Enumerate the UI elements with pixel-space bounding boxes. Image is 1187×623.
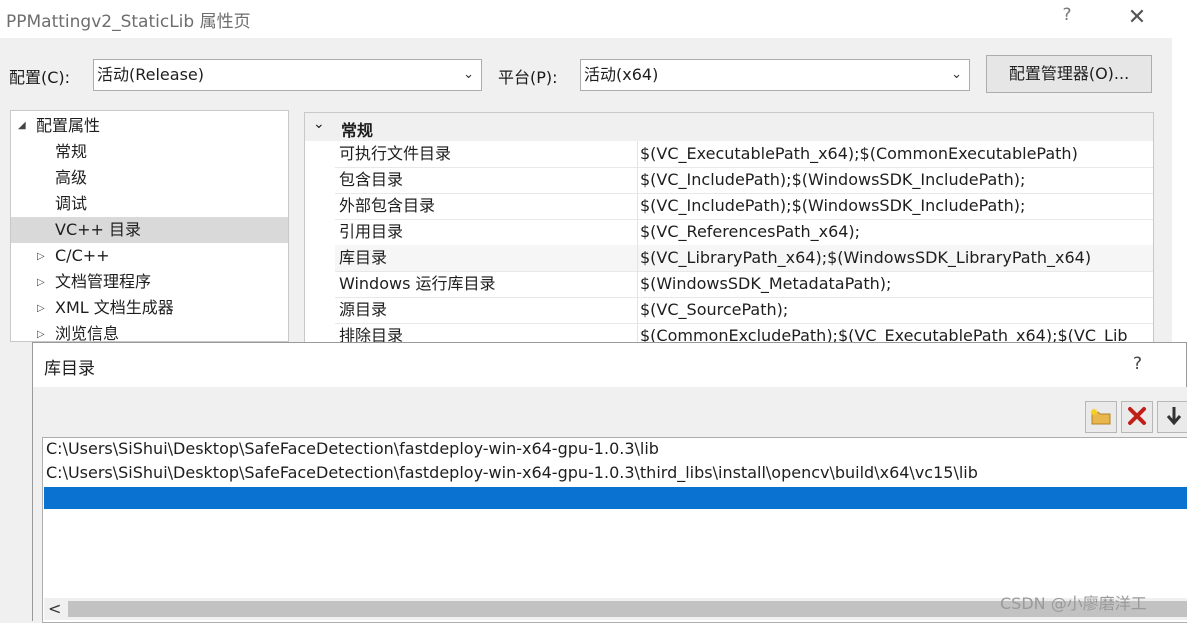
property-value[interactable]: $(VC_IncludePath);$(WindowsSDK_IncludePa… bbox=[637, 193, 1025, 219]
property-name: 源目录 bbox=[339, 300, 388, 319]
tree-item-doc-manager[interactable]: ▷ 文档管理程序 bbox=[11, 269, 288, 295]
grid-row-source-dirs[interactable]: 源目录 $(VC_SourcePath); bbox=[335, 297, 1153, 324]
platform-select[interactable]: 活动(x64) ⌄ bbox=[580, 59, 970, 91]
tree-item-label: C/C++ bbox=[55, 246, 110, 265]
platform-select-value: 活动(x64) bbox=[584, 65, 659, 84]
expand-toggle-icon[interactable]: ◢ bbox=[18, 113, 26, 139]
property-value[interactable]: $(VC_SourcePath); bbox=[637, 297, 788, 323]
property-name: Windows 运行库目录 bbox=[339, 274, 496, 293]
property-name: 引用目录 bbox=[339, 222, 404, 241]
selected-empty-row[interactable] bbox=[44, 487, 1187, 509]
expand-toggle-icon[interactable]: ▷ bbox=[37, 296, 45, 322]
tree-item-browse-info[interactable]: ▷ 浏览信息 bbox=[11, 321, 288, 342]
arrow-down-icon bbox=[1166, 407, 1181, 426]
property-value[interactable]: $(CommonExcludePath);$(VC_ExecutablePath… bbox=[637, 323, 1128, 343]
new-line-button[interactable] bbox=[1085, 401, 1117, 433]
close-icon[interactable]: ✕ bbox=[1124, 5, 1150, 31]
chevron-down-icon: ⌄ bbox=[463, 67, 474, 82]
tree-item-label: 配置属性 bbox=[36, 116, 101, 135]
tree-item-label: XML 文档生成器 bbox=[55, 298, 174, 317]
property-name: 包含目录 bbox=[339, 170, 404, 189]
delete-line-button[interactable] bbox=[1121, 401, 1153, 433]
dialog-title: 库目录 bbox=[44, 359, 95, 379]
config-select[interactable]: 活动(Release) ⌄ bbox=[93, 59, 482, 91]
grid-row-winrt-dirs[interactable]: Windows 运行库目录 $(WindowsSDK_MetadataPath)… bbox=[335, 271, 1153, 298]
property-name: 排除目录 bbox=[339, 326, 404, 344]
grid-row-executable-dirs[interactable]: 可执行文件目录 $(VC_ExecutablePath_x64);$(Commo… bbox=[335, 141, 1153, 168]
tree-item-label: 文档管理程序 bbox=[55, 272, 152, 291]
property-value[interactable]: $(VC_ReferencesPath_x64); bbox=[637, 219, 860, 245]
delete-x-icon bbox=[1128, 407, 1146, 425]
tree-item-label: 调试 bbox=[55, 194, 88, 213]
property-tree: ◢ 配置属性 常规 高级 调试 VC++ 目录 ▷ C/C++ ▷ 文档管理程序… bbox=[10, 110, 289, 342]
move-down-button[interactable] bbox=[1157, 401, 1187, 433]
property-value[interactable]: $(WindowsSDK_MetadataPath); bbox=[637, 271, 891, 297]
new-folder-icon bbox=[1090, 408, 1111, 425]
list-item[interactable]: C:\Users\SiShui\Desktop\SafeFaceDetectio… bbox=[46, 461, 978, 485]
tree-item-label: VC++ 目录 bbox=[55, 220, 142, 239]
tree-item-label: 高级 bbox=[55, 168, 88, 187]
tree-item-debugging[interactable]: 调试 bbox=[11, 191, 288, 217]
dialog-body: C:\Users\SiShui\Desktop\SafeFaceDetectio… bbox=[33, 387, 1187, 623]
tree-item-advanced[interactable]: 高级 bbox=[11, 165, 288, 191]
grid-row-include-dirs[interactable]: 包含目录 $(VC_IncludePath);$(WindowsSDK_Incl… bbox=[335, 167, 1153, 194]
property-value[interactable]: $(VC_ExecutablePath_x64);$(CommonExecuta… bbox=[637, 141, 1078, 167]
background-window-edge bbox=[1172, 0, 1187, 342]
platform-label: 平台(P): bbox=[498, 68, 558, 87]
help-button[interactable]: ? bbox=[1058, 5, 1076, 31]
scroll-left-icon[interactable]: < bbox=[48, 599, 61, 618]
collapse-chevron-icon[interactable]: ⌄ bbox=[313, 116, 325, 132]
dialog-help-button[interactable]: ? bbox=[1133, 354, 1142, 374]
property-name: 可执行文件目录 bbox=[339, 144, 452, 163]
config-select-value: 活动(Release) bbox=[97, 65, 205, 84]
list-item[interactable]: C:\Users\SiShui\Desktop\SafeFaceDetectio… bbox=[46, 437, 659, 461]
watermark: CSDN @小廖磨洋工 bbox=[1000, 594, 1147, 613]
tree-item-general[interactable]: 常规 bbox=[11, 139, 288, 165]
expand-toggle-icon[interactable]: ▷ bbox=[37, 322, 45, 341]
grid-section-title: 常规 bbox=[341, 121, 374, 140]
property-value[interactable]: $(VC_IncludePath);$(WindowsSDK_IncludePa… bbox=[637, 167, 1025, 193]
tree-item-config-properties[interactable]: ◢ 配置属性 bbox=[11, 113, 288, 139]
configuration-manager-button[interactable]: 配置管理器(O)... bbox=[986, 55, 1152, 93]
grid-row-reference-dirs[interactable]: 引用目录 $(VC_ReferencesPath_x64); bbox=[335, 219, 1153, 246]
property-value[interactable]: $(VC_LibraryPath_x64);$(WindowsSDK_Libra… bbox=[637, 245, 1091, 271]
tree-item-c-cpp[interactable]: ▷ C/C++ bbox=[11, 243, 288, 269]
tree-item-xml-doc-generator[interactable]: ▷ XML 文档生成器 bbox=[11, 295, 288, 321]
window-title: PPMattingv2_StaticLib 属性页 bbox=[6, 12, 251, 32]
library-directories-dialog: 库目录 ? C:\Users\SiShui\Desktop\SafeFaceDe… bbox=[32, 342, 1187, 623]
config-label: 配置(C): bbox=[9, 68, 71, 87]
tree-item-label: 常规 bbox=[55, 142, 88, 161]
property-name: 库目录 bbox=[339, 248, 388, 267]
tree-item-label: 浏览信息 bbox=[55, 324, 120, 342]
chevron-down-icon: ⌄ bbox=[951, 67, 962, 82]
expand-toggle-icon[interactable]: ▷ bbox=[37, 270, 45, 296]
expand-toggle-icon[interactable]: ▷ bbox=[37, 244, 45, 270]
tree-item-vc-directories[interactable]: VC++ 目录 bbox=[11, 217, 288, 243]
grid-section-header[interactable]: ⌄ 常规 bbox=[305, 113, 1153, 141]
grid-row-exclude-dirs[interactable]: 排除目录 $(CommonExcludePath);$(VC_Executabl… bbox=[335, 323, 1153, 344]
grid-row-library-dirs[interactable]: 库目录 $(VC_LibraryPath_x64);$(WindowsSDK_L… bbox=[335, 245, 1153, 272]
property-grid: ⌄ 常规 可执行文件目录 $(VC_ExecutablePath_x64);$(… bbox=[304, 112, 1154, 344]
grid-row-external-include-dirs[interactable]: 外部包含目录 $(VC_IncludePath);$(WindowsSDK_In… bbox=[335, 193, 1153, 220]
property-name: 外部包含目录 bbox=[339, 196, 436, 215]
